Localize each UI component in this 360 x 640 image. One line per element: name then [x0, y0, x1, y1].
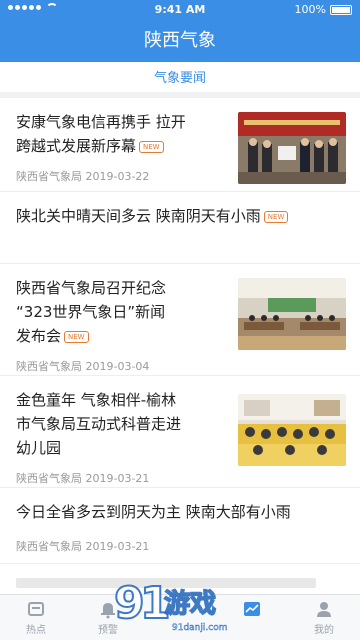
- user-icon: [314, 599, 334, 619]
- news-item[interactable]: 今日全省多云到阴天为主 陕南大部有小雨 陕西省气象局 2019-03-21: [0, 488, 360, 564]
- news-meta: 陕西省气象局 2019-03-21: [16, 470, 149, 486]
- news-item[interactable]: 安康气象电信再携手 拉开 跨越式发展新序幕 NEW 陕西省气象局 2019-03-…: [0, 98, 360, 192]
- news-title: 陕北关中晴天间多云 陕南阴天有小雨 NEW: [16, 204, 289, 228]
- news-title: 今日全省多云到阴天为主 陕南大部有小雨: [16, 500, 291, 524]
- news-meta: 陕西省气象局 2019-03-21: [16, 538, 149, 554]
- news-title-line: 陕北关中晴天间多云 陕南阴天有小雨: [16, 207, 261, 225]
- news-title-clipped: [16, 578, 316, 588]
- status-bar: 9:41 AM 100%: [0, 0, 360, 20]
- tab-mine-label: 我的: [314, 625, 334, 636]
- news-title-line: 安康气象电信再携手 拉开: [16, 113, 186, 131]
- news-title: 陕西省气象局召开纪念 “323世界气象日”新闻 发布会 NEW: [16, 276, 166, 348]
- news-item[interactable]: 陕西省气象局召开纪念 “323世界气象日”新闻 发布会 NEW 陕西省气象局 20…: [0, 264, 360, 376]
- battery-percent: 100%: [294, 3, 326, 16]
- news-thumbnail: [238, 394, 346, 466]
- tab-warning[interactable]: 预警: [72, 595, 144, 640]
- news-date: 2019-03-22: [85, 170, 150, 183]
- tab-hot[interactable]: 热点: [0, 595, 72, 640]
- news-title: 金色童年 气象相伴-榆林 市气象局互动式科普走进 幼儿园: [16, 388, 181, 460]
- news-date: 2019-03-21: [85, 540, 150, 553]
- news-title-line: 金色童年 气象相伴-榆林: [16, 391, 177, 409]
- home-icon: [26, 599, 46, 619]
- news-title-line: 陕西省气象局召开纪念: [16, 279, 167, 297]
- news-source: 陕西省气象局: [16, 472, 82, 485]
- news-item-partial[interactable]: [0, 564, 360, 594]
- news-source: 陕西省气象局: [16, 170, 82, 183]
- center-icon: [170, 599, 190, 619]
- app-header: 陕西气象: [0, 20, 360, 62]
- news-date: 2019-03-21: [85, 472, 150, 485]
- news-item[interactable]: 陕北关中晴天间多云 陕南阴天有小雨 NEW: [0, 192, 360, 264]
- news-title-line: 市气象局互动式科普走进: [16, 415, 182, 433]
- news-thumbnail: [238, 112, 346, 184]
- tab-weather-news-label: 气象要闻: [153, 71, 206, 86]
- new-badge: NEW: [139, 140, 164, 153]
- tab-mine[interactable]: 我的: [288, 595, 360, 640]
- news-thumbnail: [238, 278, 346, 350]
- tab-weather-news[interactable]: 气象要闻: [0, 62, 360, 98]
- tab-hot-label: 热点: [26, 625, 46, 636]
- bottom-tab-bar: 热点 预警 我的: [0, 594, 360, 640]
- battery-group: 100%: [295, 3, 352, 16]
- news-date: 2019-03-04: [85, 360, 150, 373]
- page-title: 陕西气象: [144, 30, 216, 51]
- news-title-line: 今日全省多云到阴天为主 陕南大部有小雨: [16, 503, 291, 521]
- bell-icon: [98, 599, 118, 619]
- news-source: 陕西省气象局: [16, 360, 82, 373]
- news-source: 陕西省气象局: [16, 540, 82, 553]
- tab-chart[interactable]: [216, 595, 288, 640]
- news-title-line: 发布会: [16, 327, 62, 345]
- news-meta: 陕西省气象局 2019-03-22: [16, 168, 149, 184]
- news-title-line: “323世界气象日”新闻: [16, 303, 166, 321]
- new-badge: NEW: [263, 210, 289, 223]
- battery-icon: [330, 4, 352, 15]
- new-badge: NEW: [64, 330, 89, 343]
- news-meta: 陕西省气象局 2019-03-04: [16, 358, 149, 374]
- news-title-line: 幼儿园: [16, 439, 62, 457]
- news-item[interactable]: 金色童年 气象相伴-榆林 市气象局互动式科普走进 幼儿园 陕西省气象局 2019…: [0, 376, 360, 488]
- tab-center[interactable]: [144, 595, 216, 640]
- chart-icon: [242, 599, 262, 619]
- tab-warning-label: 预警: [98, 625, 118, 636]
- news-title: 安康气象电信再携手 拉开 跨越式发展新序幕 NEW: [16, 110, 186, 158]
- news-title-line: 跨越式发展新序幕: [16, 137, 137, 155]
